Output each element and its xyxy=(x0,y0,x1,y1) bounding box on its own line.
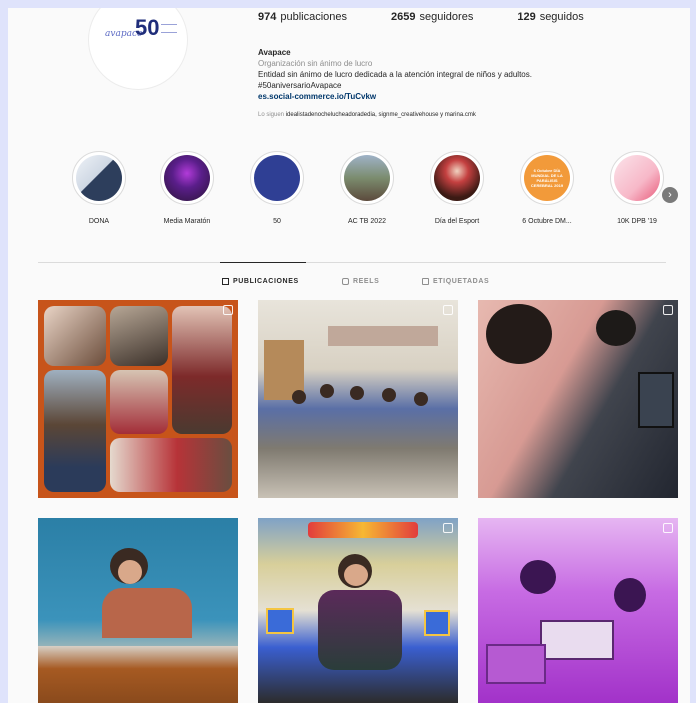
highlight-dia-esport[interactable]: Día del Esport xyxy=(422,151,492,225)
dia-esport-highlight-icon xyxy=(434,155,480,201)
tab-etiquetadas[interactable]: ETIQUETADAS xyxy=(422,278,489,285)
tabs-divider xyxy=(38,262,666,263)
highlight-10k-dpb[interactable]: 10K DPB '19 xyxy=(602,151,672,225)
post-purple[interactable] xyxy=(478,518,678,703)
highlight-50[interactable]: 50 xyxy=(242,151,312,225)
profile-category: Organización sin ánimo de lucro xyxy=(258,59,373,68)
tab-reels[interactable]: REELS xyxy=(342,278,379,285)
active-tab-indicator xyxy=(220,262,306,263)
profile-tabs: PUBLICACIONES REELS ETIQUETADAS xyxy=(8,278,690,292)
post-laptop[interactable] xyxy=(478,300,678,498)
grid-icon xyxy=(222,278,229,285)
profile-stats: 974 publicaciones 2659 seguidores 129 segui… xyxy=(258,11,584,23)
instagram-profile-page: avapace 50 974 publicaciones 2659 seguidor… xyxy=(8,8,690,703)
carousel-icon xyxy=(443,305,453,315)
reels-icon xyxy=(342,278,349,285)
highlight-6-octubre[interactable]: 6 Octubre DÍA MUNDIAL DE LA PARÁLISIS CE… xyxy=(512,151,582,225)
following-stat[interactable]: 129 seguidos xyxy=(517,11,583,23)
profile-link[interactable]: es.social-commerce.io/TuCvkw xyxy=(258,91,618,102)
dona-highlight-icon xyxy=(76,155,122,201)
logo-lines-icon xyxy=(161,24,177,33)
profile-avatar[interactable]: avapace 50 xyxy=(88,8,188,90)
carousel-icon xyxy=(663,305,673,315)
story-highlights: DONA Media Maratón 50 AC TB 2022 Día del… xyxy=(64,151,684,241)
posts-stat: 974 publicaciones xyxy=(258,11,348,23)
carousel-icon xyxy=(443,523,453,533)
10k-highlight-icon xyxy=(614,155,660,201)
highlights-next-chevron-icon[interactable]: › xyxy=(662,187,678,203)
followed-by[interactable]: Lo siguen idealistadenochelucheadoradedi… xyxy=(258,112,476,118)
post-collage-orange[interactable] xyxy=(38,300,238,498)
50-highlight-icon xyxy=(254,155,300,201)
post-party[interactable] xyxy=(258,518,458,703)
profile-name: Avapace xyxy=(258,48,291,57)
highlight-ac-tb-2022[interactable]: AC TB 2022 xyxy=(332,151,402,225)
carousel-icon xyxy=(223,305,233,315)
tagged-icon xyxy=(422,278,429,285)
post-group-room[interactable] xyxy=(258,300,458,498)
followers-stat[interactable]: 2659 seguidores xyxy=(391,11,473,23)
media-maraton-highlight-icon xyxy=(164,155,210,201)
tab-publicaciones[interactable]: PUBLICACIONES xyxy=(222,278,299,285)
bio-line: Entidad sin ánimo de lucro dedicada a la… xyxy=(258,70,532,79)
profile-bio: Avapace Organización sin ánimo de lucro … xyxy=(258,47,618,102)
highlight-dona[interactable]: DONA xyxy=(64,151,134,225)
carousel-icon xyxy=(663,523,673,533)
highlight-media-maraton[interactable]: Media Maratón xyxy=(152,151,222,225)
avapace-logo-50: 50 xyxy=(135,15,160,40)
ac-tb-highlight-icon xyxy=(344,155,390,201)
post-cake[interactable] xyxy=(38,518,238,703)
bio-hashtag[interactable]: #50aniversarioAvapace xyxy=(258,80,618,91)
octubre-highlight-icon: 6 Octubre DÍA MUNDIAL DE LA PARÁLISIS CE… xyxy=(524,155,570,201)
